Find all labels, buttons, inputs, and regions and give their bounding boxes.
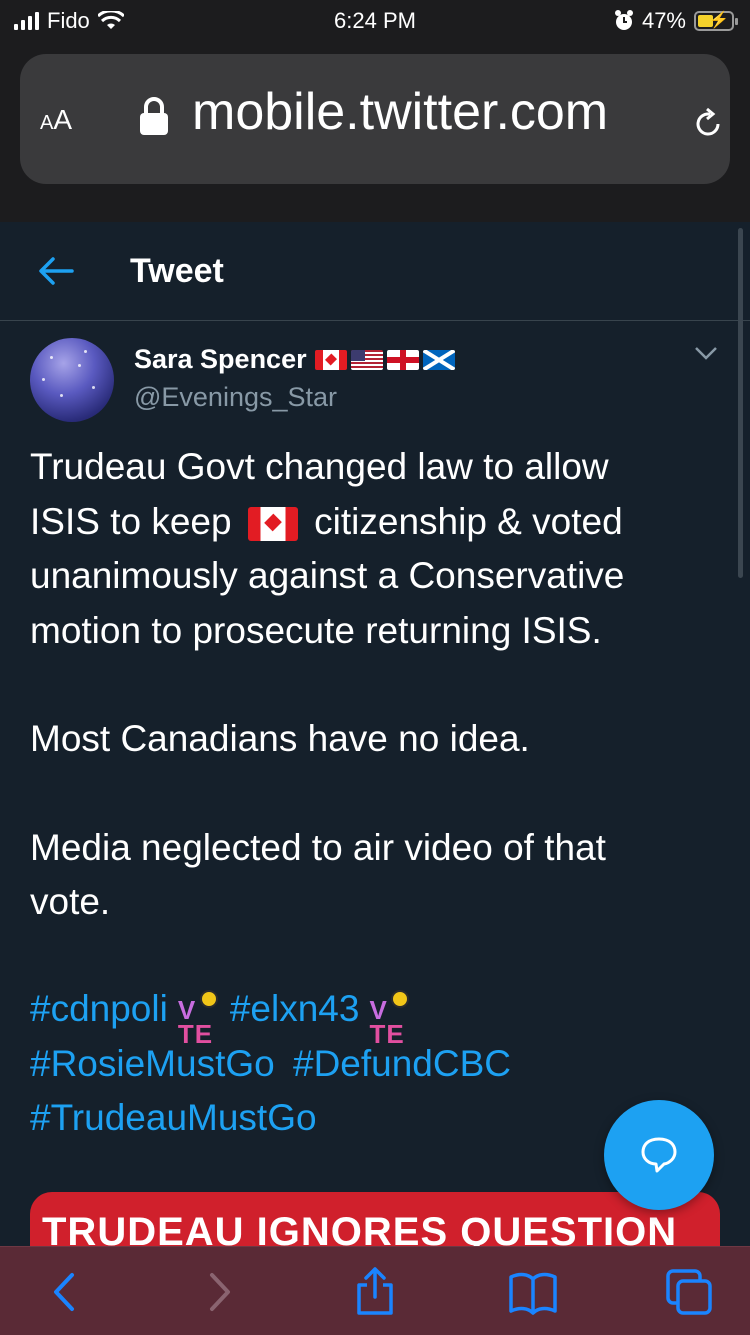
england-flag-icon (386, 349, 419, 370)
tweet-header: Tweet (0, 222, 750, 321)
status-bar: Fido 6:24 PM 47% ⚡ (0, 0, 750, 40)
tweet-line: motion to prosecute returning ISIS. (30, 609, 602, 651)
tweet-paragraph: Most Canadians have no idea. (30, 718, 530, 759)
alarm-icon (614, 10, 633, 30)
speech-bubble-icon (641, 1137, 677, 1173)
author-name[interactable]: Sara Spencer (134, 344, 307, 375)
hashtag-link[interactable]: #cdnpoli (30, 988, 168, 1029)
avatar[interactable] (30, 338, 114, 422)
tweet-text: Trudeau Govt changed law to allow ISIS t… (30, 440, 720, 930)
vote-emoji-icon: V TE (367, 987, 413, 1049)
vote-emoji-icon: V TE (176, 987, 222, 1049)
reply-fab-button[interactable] (604, 1100, 714, 1210)
scrollbar[interactable] (738, 228, 743, 578)
canada-flag-icon (314, 349, 347, 370)
chevron-down-icon[interactable] (694, 344, 718, 362)
share-icon[interactable] (350, 1267, 400, 1317)
reload-icon[interactable] (690, 106, 726, 142)
tabs-icon[interactable] (664, 1267, 714, 1317)
hashtag-link[interactable]: #elxn43 (230, 988, 360, 1029)
author-name-row[interactable]: Sara Spencer (134, 344, 455, 375)
author-handle[interactable]: @Evenings_Star (134, 382, 337, 413)
url-text[interactable]: mobile.twitter.com (192, 82, 662, 142)
text-size-button[interactable]: AA (40, 104, 72, 136)
usa-flag-icon (350, 349, 383, 370)
tweet-line: ISIS to keep citizenship & voted (30, 495, 720, 550)
battery-percent: 47% (641, 8, 686, 33)
back-arrow-icon[interactable] (38, 256, 74, 286)
safari-toolbar (0, 1246, 750, 1335)
hashtag-link[interactable]: #TrudeauMustGo (30, 1097, 317, 1138)
forward-icon[interactable] (192, 1267, 242, 1317)
scotland-flag-icon (422, 349, 455, 370)
canada-flag-icon (247, 506, 298, 541)
tweet-fragment: ISIS to keep (30, 500, 232, 542)
tweet-line: Trudeau Govt changed law to allow (30, 446, 609, 487)
author-flags (314, 349, 455, 370)
status-right: 47% ⚡ (614, 8, 738, 34)
tweet-line: unanimously against a Conservative (30, 555, 625, 596)
tweet-paragraph: Media neglected to air video of that vot… (30, 826, 606, 923)
back-icon[interactable] (42, 1267, 92, 1317)
address-bar[interactable]: AA mobile.twitter.com (20, 54, 730, 184)
page-title: Tweet (130, 252, 224, 290)
tweet-fragment: citizenship & voted (314, 500, 623, 542)
battery-icon: ⚡ (694, 11, 738, 31)
browser-chrome: Fido 6:24 PM 47% ⚡ AA mobile.twitter.com (0, 0, 750, 222)
hashtag-link[interactable]: #RosieMustGo (30, 1043, 275, 1084)
lock-icon (140, 97, 168, 135)
bookmarks-icon[interactable] (508, 1267, 558, 1317)
